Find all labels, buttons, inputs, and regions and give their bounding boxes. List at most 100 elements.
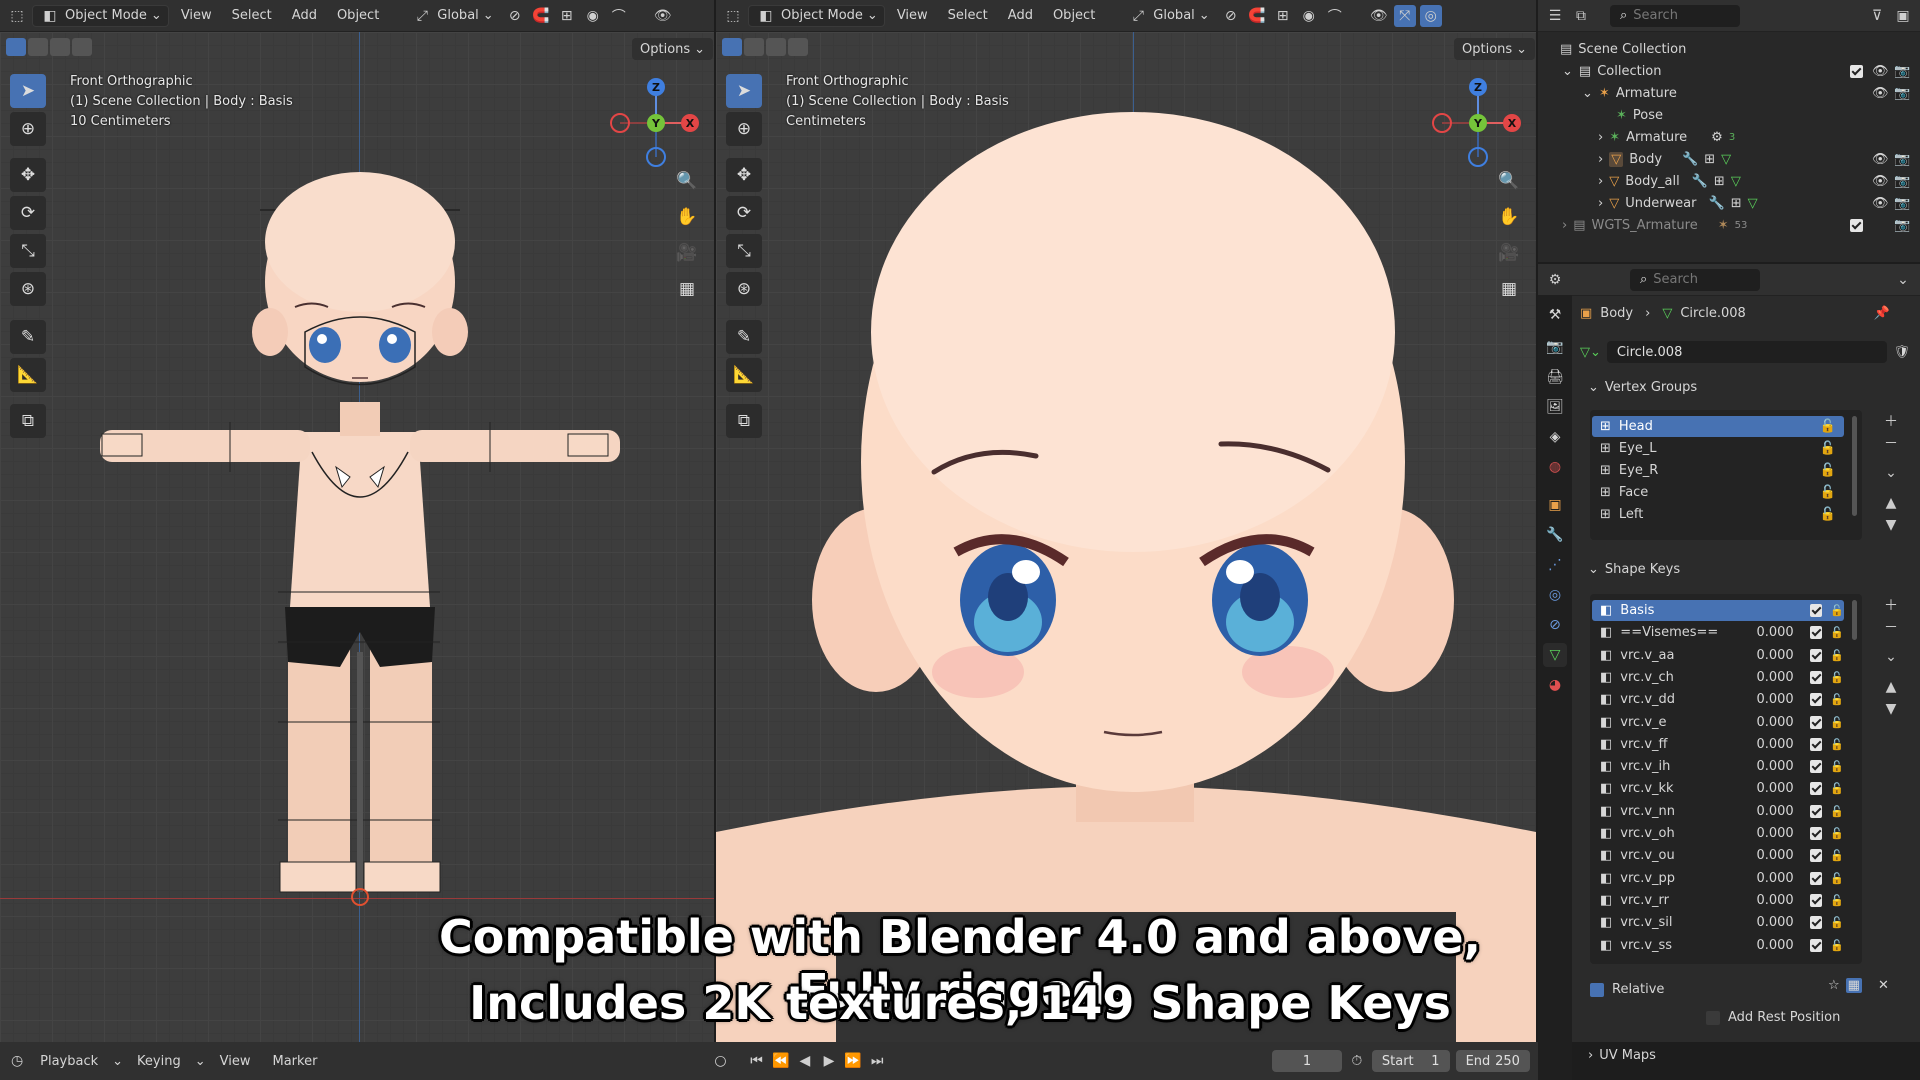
- mesh-browse-icon[interactable]: ▽⌄: [1580, 345, 1601, 360]
- select-box-tool[interactable]: ➤: [726, 74, 762, 108]
- editor-type-icon[interactable]: ☰: [1544, 5, 1566, 27]
- snap-target-icon[interactable]: ⊞: [1272, 5, 1294, 27]
- shape-key-value[interactable]: 0.000: [1735, 781, 1793, 796]
- tab-data[interactable]: ▽: [1543, 643, 1567, 667]
- new-collection-icon[interactable]: ▣: [1892, 5, 1914, 27]
- shape-key-mute-checkbox[interactable]: [1809, 782, 1823, 796]
- tab-scene[interactable]: ◈: [1543, 425, 1567, 449]
- outliner-row-wgts-armature[interactable]: › ▤ WGTS_Armature ✶ 53 📷: [1538, 214, 1920, 236]
- measure-tool[interactable]: 📐: [10, 358, 46, 392]
- lock-icon[interactable]: 🔓: [1830, 626, 1844, 639]
- snap-icon[interactable]: 🧲: [1246, 5, 1268, 27]
- pan-button[interactable]: ✋: [672, 202, 702, 232]
- list-scrollbar[interactable]: [1852, 416, 1857, 516]
- outliner-row-pose[interactable]: ✶ Pose: [1538, 104, 1920, 126]
- edit-mode-shape-icon[interactable]: ▦: [1845, 978, 1862, 993]
- shape-key-value[interactable]: 0.000: [1735, 804, 1793, 819]
- list-item[interactable]: ⊞ Eye_R 🔓: [1592, 460, 1844, 481]
- collection-exclude-checkbox[interactable]: [1850, 64, 1863, 78]
- shape-key-value[interactable]: 0.000: [1735, 826, 1793, 841]
- shape-key-mute-checkbox[interactable]: [1809, 648, 1823, 662]
- list-item[interactable]: ⊞ Head 🔓: [1592, 416, 1844, 437]
- tab-modifiers[interactable]: 🔧: [1543, 523, 1567, 547]
- zoom-button[interactable]: 🔍: [1494, 166, 1524, 196]
- shape-key-value[interactable]: 0.000: [1735, 938, 1793, 953]
- outliner-row-body-all[interactable]: › ▽ Body_all 🔧 ⊞ ▽ 👁 📷: [1538, 170, 1920, 192]
- prev-keyframe-icon[interactable]: ⏪: [772, 1050, 790, 1072]
- list-item[interactable]: ◧ vrc.v_sil 0.000 🔓: [1592, 912, 1844, 933]
- move-up-button[interactable]: ▲: [1880, 492, 1902, 514]
- menu-select[interactable]: Select: [224, 8, 280, 23]
- record-icon[interactable]: ○: [711, 1050, 729, 1072]
- list-item[interactable]: ◧ vrc.v_e 0.000 🔓: [1592, 712, 1844, 733]
- list-item[interactable]: ◧ vrc.v_ih 0.000 🔓: [1592, 756, 1844, 777]
- falloff-icon[interactable]: ⌒: [1324, 5, 1346, 27]
- relative-option[interactable]: Relative: [1590, 982, 1664, 997]
- transform-tool[interactable]: ⊛: [726, 272, 762, 306]
- tab-material[interactable]: ◕: [1543, 673, 1567, 697]
- mode-dropdown[interactable]: ◧ Object Mode ⌄: [748, 4, 885, 27]
- menu-object[interactable]: Object: [1045, 8, 1103, 23]
- shape-key-value[interactable]: 0.000: [1735, 893, 1793, 908]
- uv-maps-header[interactable]: › UV Maps: [1588, 1048, 1656, 1063]
- select-new-icon[interactable]: [6, 38, 26, 56]
- gizmo-toggle-icon[interactable]: ⤧: [1393, 4, 1416, 27]
- rotate-tool[interactable]: ⟳: [10, 196, 46, 230]
- overlay-toggle-icon[interactable]: ◎: [1419, 4, 1442, 27]
- shape-key-value[interactable]: 0.000: [1735, 648, 1793, 663]
- zoom-button[interactable]: 🔍: [672, 166, 702, 196]
- list-item[interactable]: ◧ vrc.v_aa 0.000 🔓: [1592, 645, 1844, 666]
- list-item[interactable]: ⊞ Face 🔓: [1592, 482, 1844, 503]
- proportional-edit-icon[interactable]: ◉: [1298, 5, 1320, 27]
- outliner-row-body[interactable]: › ▽ Body 🔧 ⊞ ▽ 👁 📷: [1538, 148, 1920, 170]
- navigation-gizmo[interactable]: Z X Y: [1422, 72, 1522, 172]
- lock-icon[interactable]: 🔓: [1830, 805, 1844, 818]
- list-item[interactable]: ◧ ==Visemes== 0.000 🔓: [1592, 622, 1844, 643]
- move-tool[interactable]: ✥: [726, 158, 762, 192]
- lock-icon[interactable]: 🔓: [1830, 760, 1844, 773]
- menu-view[interactable]: View: [889, 8, 936, 23]
- collection-exclude-checkbox[interactable]: [1850, 218, 1863, 232]
- transform-orientation-dropdown[interactable]: ⤢ Global ⌄: [1121, 5, 1215, 27]
- shape-key-value[interactable]: 0.000: [1735, 715, 1793, 730]
- outliner-row-armature[interactable]: ⌄ ✶ Armature 👁 📷: [1538, 82, 1920, 104]
- pivot-icon[interactable]: ⊘: [1220, 5, 1242, 27]
- eye-icon[interactable]: 👁: [1872, 174, 1889, 189]
- measure-tool[interactable]: 📐: [726, 358, 762, 392]
- annotate-tool[interactable]: ✎: [10, 320, 46, 354]
- start-frame-field[interactable]: Start 1: [1371, 1050, 1450, 1072]
- scale-tool[interactable]: ⤡: [10, 234, 46, 268]
- current-frame-field[interactable]: 1: [1272, 1050, 1342, 1072]
- menu-add[interactable]: Add: [1000, 8, 1041, 23]
- shape-key-mute-checkbox[interactable]: [1809, 693, 1823, 707]
- pin-shape-icon[interactable]: ☆: [1828, 978, 1840, 993]
- list-item[interactable]: ◧ Basis 🔓: [1592, 600, 1844, 621]
- lock-icon[interactable]: 🔓: [1820, 419, 1844, 434]
- properties-search[interactable]: ⌕ Search: [1630, 268, 1760, 291]
- menu-object[interactable]: Object: [329, 8, 387, 23]
- camera-render-icon[interactable]: 📷: [1894, 196, 1910, 211]
- editor-type-icon[interactable]: ⚙: [1544, 269, 1566, 291]
- tab-render[interactable]: 📷: [1543, 335, 1567, 359]
- list-item[interactable]: ⊞ Left 🔓: [1592, 504, 1844, 525]
- shape-key-mute-checkbox[interactable]: [1809, 715, 1823, 729]
- tab-world[interactable]: ◍: [1543, 455, 1567, 479]
- eye-icon[interactable]: 👁: [1872, 86, 1889, 101]
- rotate-tool[interactable]: ⟳: [726, 196, 762, 230]
- menu-keying[interactable]: Keying: [129, 1054, 189, 1069]
- add-rest-position-option[interactable]: Add Rest Position: [1706, 1010, 1840, 1025]
- left-viewport[interactable]: Options ⌄ ➤ ⊕ ✥ ⟳ ⤡ ⊛ ✎ 📐 ⧉ Front Orthogr…: [0, 32, 714, 1042]
- add-rest-checkbox[interactable]: [1706, 1010, 1720, 1025]
- shape-key-mute-checkbox[interactable]: [1809, 626, 1823, 640]
- lock-icon[interactable]: 🔓: [1830, 649, 1844, 662]
- lock-icon[interactable]: 🔓: [1830, 716, 1844, 729]
- lock-icon[interactable]: 🔓: [1820, 485, 1844, 500]
- lock-icon[interactable]: 🔓: [1830, 738, 1844, 751]
- right-viewport[interactable]: Options ⌄ ➤ ⊕ ✥ ⟳ ⤡ ⊛ ✎ 📐 ⧉ Front Orthogr…: [716, 32, 1536, 1042]
- shape-key-mute-checkbox[interactable]: [1809, 827, 1823, 840]
- shape-key-mute-checkbox[interactable]: [1809, 916, 1823, 930]
- perspective-toggle-button[interactable]: ▦: [672, 274, 702, 304]
- select-box-tool[interactable]: ➤: [10, 74, 46, 108]
- list-item[interactable]: ◧ vrc.v_kk 0.000 🔓: [1592, 778, 1844, 799]
- play-icon[interactable]: ▶: [820, 1050, 838, 1072]
